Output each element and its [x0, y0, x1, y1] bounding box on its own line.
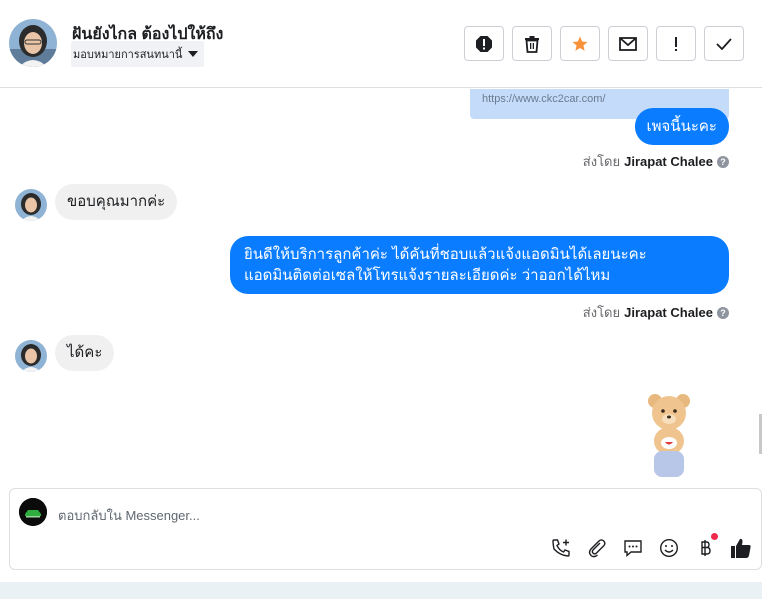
thumbs-up-icon: [731, 538, 751, 558]
saved-replies-button[interactable]: [622, 537, 644, 559]
like-button[interactable]: [730, 537, 752, 559]
footer-bar: [0, 582, 762, 599]
message-text: ขอบคุณมากค่ะ: [67, 193, 166, 210]
phone-plus-icon: [552, 539, 570, 557]
chevron-down-icon: [188, 51, 199, 57]
mark-spam-button[interactable]: [464, 26, 504, 61]
sent-by-prefix: ส่งโดย: [582, 154, 621, 169]
sent-by-label: ส่งโดย Jirapat Chalee ?: [583, 302, 729, 323]
check-icon: [716, 37, 732, 50]
incoming-message: ขอบคุณมากค่ะ: [55, 184, 178, 220]
emoji-icon: [659, 538, 679, 558]
follow-up-button[interactable]: [656, 26, 696, 61]
message-text-line: แอดมินติดต่อเซลให้โทรแจ้งรายละเอียดค่ะ ว…: [244, 267, 611, 284]
contact-avatar-small: [15, 340, 47, 372]
link-preview-url: https://www.ckc2car.com/: [482, 93, 606, 105]
saved-reply-icon: [624, 540, 642, 558]
baht-icon: [701, 540, 711, 556]
help-icon[interactable]: ?: [717, 155, 729, 168]
assign-conversation-dropdown[interactable]: มอบหมายการสนทนานี้: [71, 41, 205, 67]
star-button[interactable]: [560, 26, 600, 61]
incoming-message: ได้คะ: [55, 335, 115, 371]
conversation-header: ฝันยังไกล ต้องไปให้ถึง มอบหมายการสนทนานี…: [0, 0, 762, 88]
delete-button[interactable]: [512, 26, 552, 61]
sender-name: Jirapat Chalee: [624, 305, 713, 320]
sent-by-label: ส่งโดย Jirapat Chalee ?: [583, 151, 729, 172]
mark-done-button[interactable]: [704, 26, 744, 61]
page-avatar: [19, 498, 47, 526]
paperclip-icon: [588, 539, 606, 558]
sender-name: Jirapat Chalee: [624, 154, 713, 169]
trash-icon: [525, 35, 539, 53]
attach-button[interactable]: [586, 537, 608, 559]
help-icon[interactable]: ?: [717, 306, 729, 319]
reply-input[interactable]: ตอบกลับใน Messenger...: [58, 505, 200, 526]
teddy-bear-sticker: [645, 391, 693, 477]
outgoing-message: ยินดีให้บริการลูกค้าค่ะ ได้คันที่ชอบแล้ว…: [230, 236, 729, 294]
sent-by-prefix: ส่งโดย: [582, 305, 621, 320]
exclamation-icon: [675, 36, 677, 51]
contact-avatar-small: [15, 189, 47, 221]
message-text: ได้คะ: [67, 344, 103, 361]
call-button[interactable]: [550, 537, 572, 559]
assign-label: มอบหมายการสนทนานี้: [73, 49, 183, 61]
contact-avatar[interactable]: [9, 19, 57, 67]
outgoing-message: เพจนี้นะคะ: [634, 108, 729, 145]
star-icon: [572, 36, 588, 51]
mark-unread-button[interactable]: [608, 26, 648, 61]
envelope-icon: [619, 36, 637, 51]
notification-dot: [711, 533, 718, 540]
spam-icon: [476, 35, 492, 52]
payment-button[interactable]: [694, 533, 718, 559]
message-thread[interactable]: https://www.ckc2car.com/ เพจนี้นะคะ ส่งโ…: [0, 89, 762, 481]
message-text-line: ยินดีให้บริการลูกค้าค่ะ ได้คันที่ชอบแล้ว…: [244, 246, 647, 263]
message-text: เพจนี้นะคะ: [646, 118, 717, 135]
reply-composer[interactable]: ตอบกลับใน Messenger...: [9, 488, 762, 570]
emoji-button[interactable]: [658, 537, 680, 559]
